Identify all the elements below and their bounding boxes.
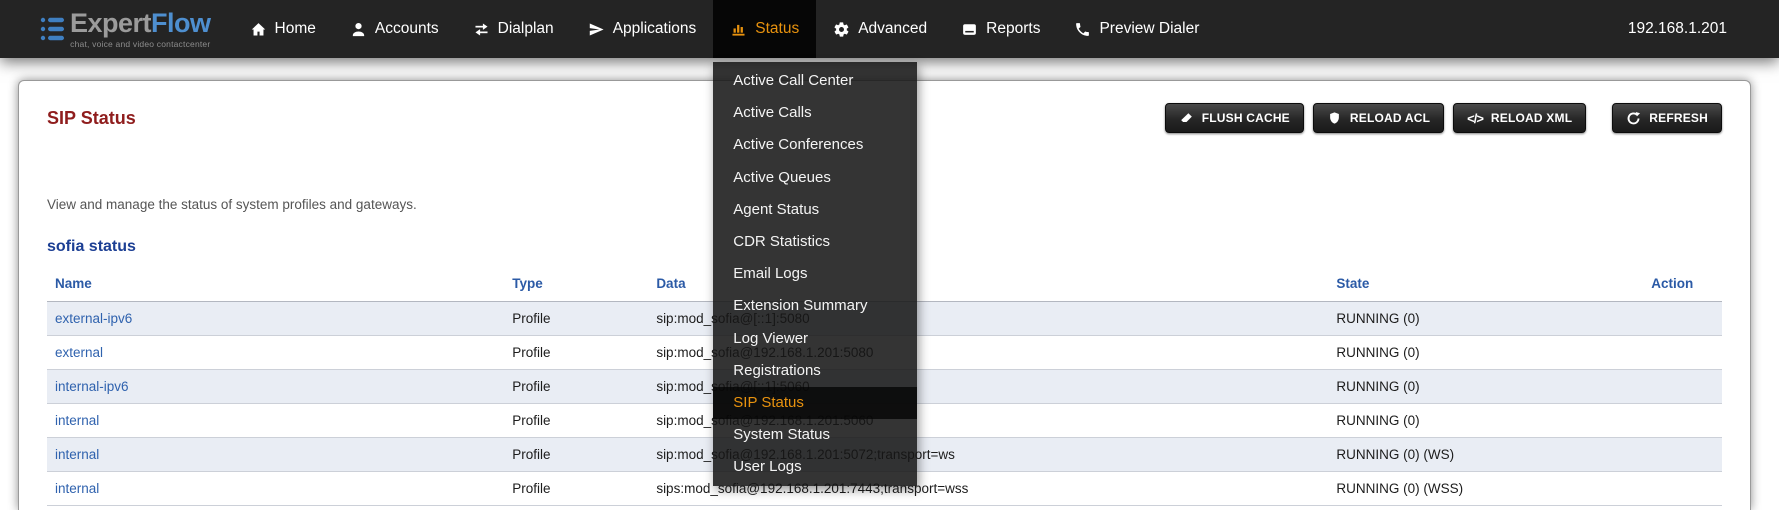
logo-wordmark: ExpertFlow <box>70 10 211 37</box>
profile-state-cell: RUNNING (0) (WSS) <box>1328 472 1643 506</box>
home-icon <box>250 21 267 38</box>
code-icon: </> <box>1467 111 1483 126</box>
main-nav: Home Accounts Dialplan Applications Stat… <box>233 0 1217 58</box>
swap-arrows-icon <box>473 21 490 38</box>
status-menu-item[interactable]: Log Viewer <box>713 323 917 355</box>
bar-chart-icon <box>730 21 747 38</box>
col-header-action: Action <box>1643 276 1722 302</box>
profile-type-cell: Profile <box>504 302 648 336</box>
nav-item-label: Home <box>275 20 316 38</box>
nav-item-home[interactable]: Home <box>233 0 333 58</box>
profile-name-link[interactable]: external-ipv6 <box>55 311 132 326</box>
nav-item-accounts[interactable]: Accounts <box>333 0 456 58</box>
status-menu-item[interactable]: CDR Statistics <box>713 226 917 258</box>
shield-icon <box>1327 111 1342 126</box>
profile-action-cell <box>1643 370 1722 404</box>
nav-item-label: Preview Dialer <box>1099 20 1199 38</box>
profile-state-cell: RUNNING (0) <box>1328 302 1643 336</box>
profile-action-cell <box>1643 438 1722 472</box>
nav-item-applications[interactable]: Applications <box>571 0 714 58</box>
nav-item-reports[interactable]: Reports <box>944 0 1057 58</box>
col-header-name: Name <box>47 276 504 302</box>
paper-plane-icon <box>588 21 605 38</box>
button-label: RELOAD ACL <box>1350 111 1430 125</box>
refresh-icon <box>1626 111 1641 126</box>
logo-text: ExpertFlow chat, voice and video contact… <box>70 10 211 49</box>
profile-action-cell <box>1643 404 1722 438</box>
reload-acl-button[interactable]: RELOAD ACL <box>1313 103 1444 133</box>
button-label: RELOAD XML <box>1491 111 1572 125</box>
profile-name-link[interactable]: external <box>55 345 103 360</box>
top-navbar: ExpertFlow chat, voice and video contact… <box>0 0 1779 58</box>
status-menu-item[interactable]: Active Call Center <box>713 65 917 97</box>
nav-item-label: Dialplan <box>498 20 554 38</box>
profile-type-cell: Profile <box>504 404 648 438</box>
col-header-state: State <box>1328 276 1643 302</box>
profile-state-cell: RUNNING (0) <box>1328 370 1643 404</box>
status-menu-item[interactable]: User Logs <box>713 451 917 483</box>
nav-item-status[interactable]: Status Active Call CenterActive CallsAct… <box>713 0 816 58</box>
button-label: REFRESH <box>1649 111 1708 125</box>
button-label: FLUSH CACHE <box>1202 111 1290 125</box>
nav-item-dialplan[interactable]: Dialplan <box>456 0 571 58</box>
status-menu-item[interactable]: Agent Status <box>713 194 917 226</box>
refresh-button[interactable]: REFRESH <box>1612 103 1722 133</box>
logo-tagline: chat, voice and video contactcenter <box>70 40 211 49</box>
status-menu-item[interactable]: Email Logs <box>713 258 917 290</box>
nav-item-preview-dialer[interactable]: Preview Dialer <box>1057 0 1216 58</box>
server-ip: 192.168.1.201 <box>1628 20 1727 38</box>
profile-type-cell: Profile <box>504 472 648 506</box>
page-title: SIP Status <box>47 108 136 129</box>
status-dropdown-menu: Active Call CenterActive CallsActive Con… <box>713 62 917 486</box>
col-header-type: Type <box>504 276 648 302</box>
status-menu-item[interactable]: System Status <box>713 419 917 451</box>
profile-name-link[interactable]: internal-ipv6 <box>55 379 129 394</box>
phone-icon <box>1074 21 1091 38</box>
nav-item-label: Advanced <box>858 20 927 38</box>
logo-list-icon <box>40 14 66 44</box>
profile-state-cell: RUNNING (0) <box>1328 404 1643 438</box>
status-menu-item-active[interactable]: SIP Status <box>713 387 917 419</box>
profile-action-cell <box>1643 472 1722 506</box>
profile-state-cell: RUNNING (0) (WS) <box>1328 438 1643 472</box>
toolbar: FLUSH CACHE RELOAD ACL </> RELOAD XML RE… <box>1156 103 1722 133</box>
status-menu-item[interactable]: Registrations <box>713 355 917 387</box>
expertflow-logo[interactable]: ExpertFlow chat, voice and video contact… <box>40 10 211 49</box>
nav-item-advanced[interactable]: Advanced <box>816 0 944 58</box>
user-icon <box>350 21 367 38</box>
profile-type-cell: Profile <box>504 438 648 472</box>
profile-name-link[interactable]: internal <box>55 481 99 496</box>
profile-name-link[interactable]: internal <box>55 413 99 428</box>
profile-action-cell <box>1643 336 1722 370</box>
logo-expert: Expert <box>70 8 151 38</box>
reload-xml-button[interactable]: </> RELOAD XML <box>1453 103 1586 133</box>
nav-item-label: Accounts <box>375 20 439 38</box>
nav-item-label: Status <box>755 20 799 38</box>
logo-flow: Flow <box>151 8 211 38</box>
eraser-icon <box>1179 111 1194 126</box>
gear-icon <box>833 21 850 38</box>
profile-type-cell: Profile <box>504 370 648 404</box>
status-menu-item[interactable]: Active Calls <box>713 97 917 129</box>
profile-state-cell: RUNNING (0) <box>1328 336 1643 370</box>
profile-action-cell <box>1643 302 1722 336</box>
hdd-icon <box>961 21 978 38</box>
nav-item-label: Reports <box>986 20 1040 38</box>
nav-item-label: Applications <box>613 20 697 38</box>
status-menu-item[interactable]: Active Queues <box>713 162 917 194</box>
status-menu-item[interactable]: Active Conferences <box>713 129 917 161</box>
status-menu-item[interactable]: Extension Summary <box>713 290 917 322</box>
flush-cache-button[interactable]: FLUSH CACHE <box>1165 103 1304 133</box>
profile-type-cell: Profile <box>504 336 648 370</box>
profile-name-link[interactable]: internal <box>55 447 99 462</box>
